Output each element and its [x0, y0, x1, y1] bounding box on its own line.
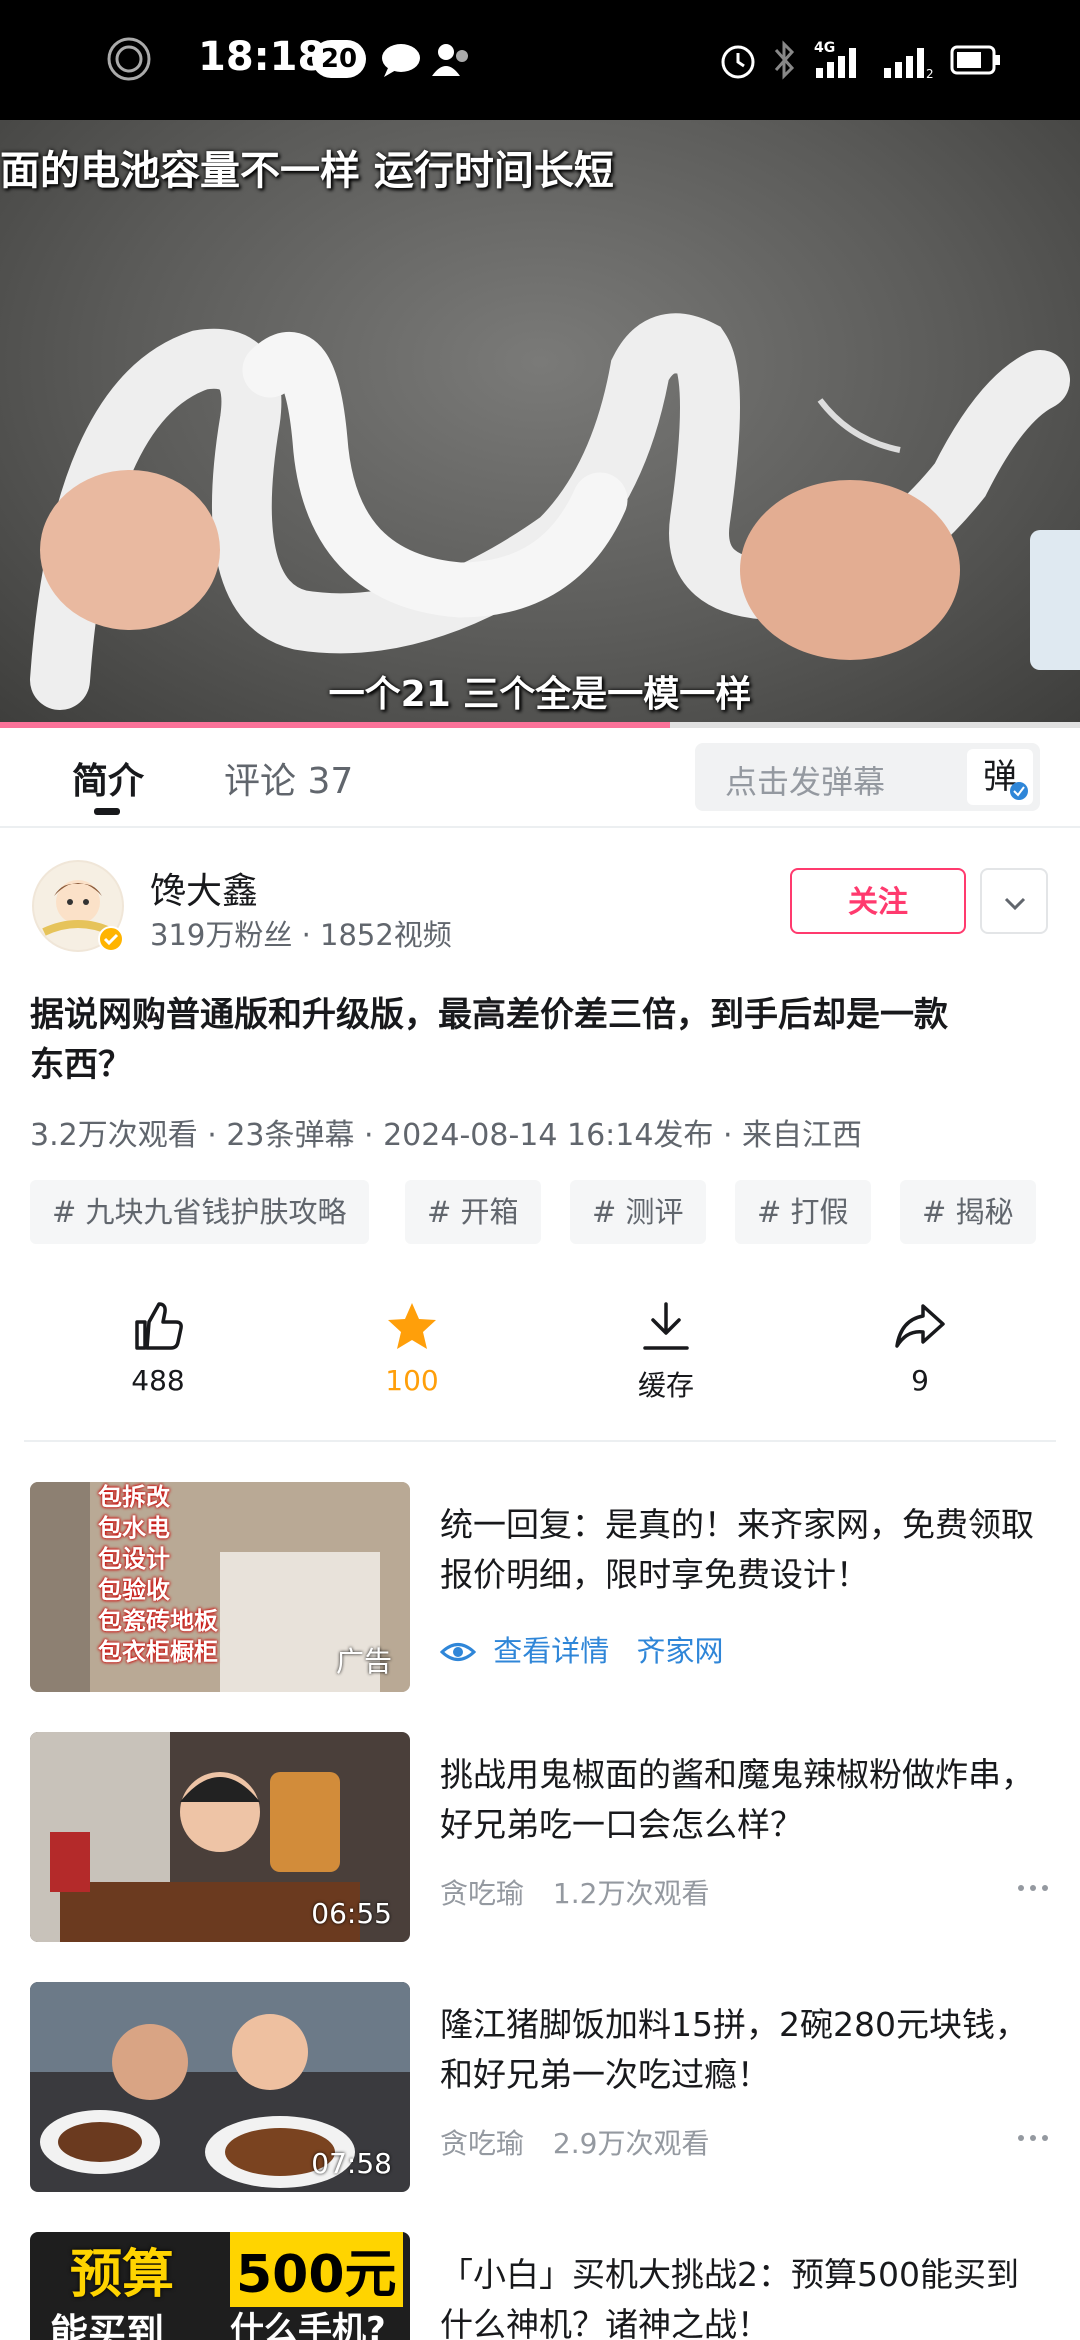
status-time: 18:18	[198, 34, 326, 80]
tab-active-indicator	[94, 808, 120, 815]
list-item[interactable]: 预算 500元 能买到 什么手机? 「小白」买机大挑战2：预算500能买到什么神…	[30, 2232, 1050, 2340]
video-thumbnail[interactable]: 包拆改 包水电 包设计 包验收 包瓷砖地板 包衣柜橱柜 广告	[30, 1482, 410, 1692]
rec-author: 贪吃瑜	[440, 1877, 525, 1910]
thumbnail-text: 预算	[70, 2245, 175, 2305]
uploader-more-button[interactable]	[980, 868, 1048, 934]
video-thumbnail[interactable]: 07:58	[30, 1982, 410, 2192]
chevron-down-icon	[1004, 897, 1026, 911]
share-count: 9	[911, 1364, 929, 1397]
video-progress-fill	[0, 722, 670, 728]
rec-meta: 贪吃瑜 1.2万次观看	[440, 1872, 709, 1912]
thumbnail-text: 能买到	[50, 2311, 165, 2340]
danmaku-settings-icon	[1010, 782, 1028, 800]
rec-author: 贪吃瑜	[440, 2127, 525, 2160]
video-thumbnail[interactable]: 06:55	[30, 1732, 410, 1942]
verified-icon	[98, 926, 124, 952]
video-thumbnail[interactable]: 预算 500元 能买到 什么手机?	[30, 2232, 410, 2340]
list-item[interactable]: 包拆改 包水电 包设计 包验收 包瓷砖地板 包衣柜橱柜 广告 统一回复：是真的！…	[30, 1482, 1050, 1692]
rec-views: 1.2万次观看	[552, 1877, 710, 1910]
thumbnail-text: 500元	[230, 2232, 403, 2307]
thumbnail-line: 包瓷砖地板	[98, 1607, 218, 1635]
ad-detail-link[interactable]: 查看详情	[493, 1634, 609, 1668]
video-stats: 3.2万次观看 · 23条弹幕 · 2024-08-14 16:14发布 · 来…	[30, 1118, 863, 1153]
actions-divider	[24, 1440, 1056, 1442]
tag-item[interactable]: # 测评	[570, 1180, 706, 1244]
svg-text:2: 2	[926, 67, 934, 80]
follow-button[interactable]: 关注	[790, 868, 966, 934]
list-item[interactable]: 07:58 隆江猪脚饭加料15拼，2碗280元块钱，和好兄弟一次吃过瘾！ 贪吃瑜…	[30, 1982, 1050, 2192]
thumbnail-text: 什么手机?	[230, 2310, 386, 2340]
signal-4g-icon: 4G	[814, 40, 856, 78]
tag-item[interactable]: # 打假	[735, 1180, 871, 1244]
tab-intro[interactable]: 简介	[72, 752, 144, 804]
video-duration: 07:58	[311, 2147, 392, 2180]
rec-title: 统一回复：是真的！来齐家网，免费领取报价明细，限时享免费设计！	[440, 1505, 1034, 1594]
avatar[interactable]	[32, 860, 124, 952]
battery-icon	[950, 45, 1000, 75]
tabs-divider	[0, 826, 1080, 828]
thumbs-up-icon	[135, 1302, 183, 1350]
share-button[interactable]: 9	[860, 1300, 980, 1397]
video-player[interactable]: 面的电池容量不一样 运行时间长短 一个21 三个全是一模一样	[0, 120, 1080, 725]
eye-icon	[439, 1643, 477, 1661]
rec-views: 2.9万次观看	[552, 2127, 710, 2160]
tag-item[interactable]: # 揭秘	[900, 1180, 1036, 1244]
cache-button[interactable]: 缓存	[606, 1300, 726, 1404]
share-icon	[895, 1304, 945, 1348]
danmaku-toggle-button[interactable]: 弹	[967, 749, 1033, 805]
svg-text:4G: 4G	[814, 40, 835, 56]
tag-item[interactable]: # 九块九省钱护肤攻略	[30, 1180, 369, 1244]
rec-title: 「小白」买机大挑战2：预算500能买到什么神机？诸神之战！	[440, 2255, 1019, 2340]
video-caption-top: 面的电池容量不一样 运行时间长短	[0, 148, 614, 194]
ad-source[interactable]: 齐家网	[636, 1634, 723, 1668]
rec-meta: 贪吃瑜 2.9万次观看	[440, 2122, 709, 2162]
thumbnail-line: 包衣柜橱柜	[98, 1638, 218, 1666]
like-count: 488	[131, 1364, 185, 1397]
thumbnail-line: 包验收	[98, 1576, 170, 1604]
cache-label: 缓存	[637, 1369, 694, 1402]
contacts-icon	[432, 44, 468, 76]
more-options-icon[interactable]	[1016, 2132, 1050, 2144]
ad-badge: 广告	[335, 1645, 392, 1678]
tag-item[interactable]: # 开箱	[405, 1180, 541, 1244]
record-icon	[107, 37, 151, 81]
rec-title: 挑战用鬼椒面的酱和魔鬼辣椒粉做炸串，好兄弟吃一口会怎么样？	[440, 1755, 1034, 1844]
video-duration: 06:55	[311, 1897, 392, 1930]
video-title: 据说网购普通版和升级版，最高差价差三倍，到手后却是一款东西？	[30, 995, 948, 1085]
tab-comments[interactable]: 评论 37	[224, 752, 353, 804]
thumbnail-text: 包拆改 包水电 包设计 包验收 包瓷砖地板 包衣柜橱柜	[98, 1482, 218, 1668]
video-progress-bar[interactable]	[0, 722, 1080, 728]
favorite-button[interactable]: 100	[352, 1300, 472, 1397]
thumbnail-line: 包拆改	[98, 1483, 170, 1511]
uploader-name[interactable]: 馋大鑫	[150, 862, 258, 914]
status-bar: 18:18 20 4G 2	[0, 0, 1080, 120]
list-item[interactable]: 06:55 挑战用鬼椒面的酱和魔鬼辣椒粉做炸串，好兄弟吃一口会怎么样？ 贪吃瑜 …	[30, 1732, 1050, 1942]
star-icon	[388, 1303, 436, 1349]
signal-icon: 2	[884, 48, 934, 80]
download-icon	[643, 1302, 689, 1350]
bluetooth-icon	[774, 40, 795, 80]
message-icon	[382, 44, 420, 77]
thumbnail-line: 包设计	[98, 1545, 170, 1573]
video-frame	[30, 313, 1080, 710]
uploader-meta: 319万粉丝 · 1852视频	[150, 918, 452, 952]
alarm-icon	[721, 45, 755, 79]
rec-title: 隆江猪脚饭加料15拼，2碗280元块钱，和好兄弟一次吃过瘾！	[440, 2005, 1028, 2094]
more-options-icon[interactable]	[1016, 1882, 1050, 1894]
notification-count-badge: 20	[312, 40, 366, 78]
like-button[interactable]: 488	[98, 1300, 218, 1397]
danmaku-placeholder: 点击发弹幕	[725, 763, 886, 801]
thumbnail-line: 包水电	[98, 1514, 170, 1542]
ad-link-row[interactable]: 查看详情 齐家网	[439, 1628, 723, 1670]
video-caption-bottom: 一个21 三个全是一模一样	[328, 674, 752, 715]
danmaku-input[interactable]: 点击发弹幕 弹	[695, 743, 1040, 811]
favorite-count: 100	[385, 1364, 439, 1397]
